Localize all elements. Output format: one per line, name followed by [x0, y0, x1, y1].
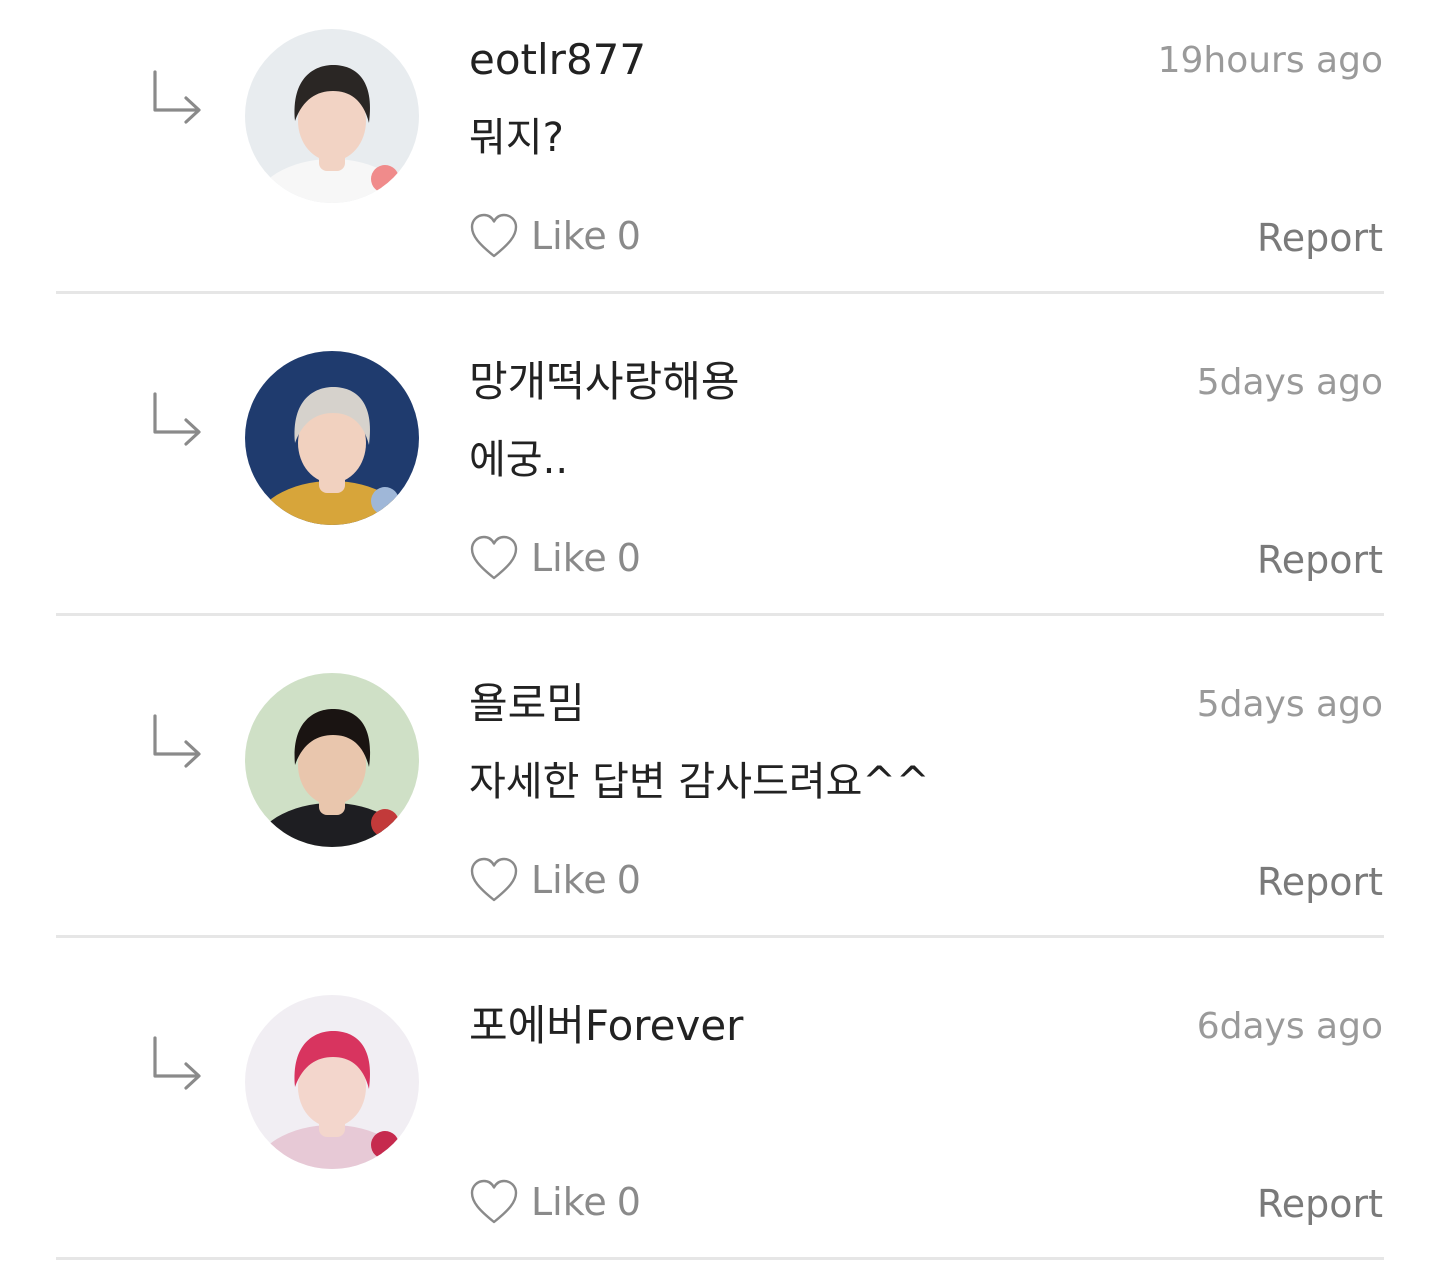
- like-button[interactable]: Like 0: [469, 530, 641, 586]
- divider: [56, 613, 1384, 616]
- heart-outline-icon: [470, 213, 518, 258]
- comment-text: 자세한 답변 감사드려요^^: [469, 759, 930, 805]
- heart-outline-icon: [470, 857, 518, 902]
- divider: [56, 1257, 1384, 1260]
- like-button[interactable]: Like 0: [469, 852, 641, 908]
- heart-outline-icon: [470, 535, 518, 580]
- comment-timestamp: 5days ago: [1196, 362, 1383, 403]
- divider: [56, 935, 1384, 938]
- report-link[interactable]: Report: [1257, 214, 1383, 262]
- reply-arrow-icon: [153, 392, 201, 446]
- like-count: 0: [616, 536, 641, 580]
- avatar[interactable]: [245, 351, 419, 525]
- report-link[interactable]: Report: [1257, 858, 1383, 906]
- comment-item: 망개떡사랑해용 5days ago 에궁.. Like 0 Report: [0, 322, 1440, 644]
- reply-arrow-icon: [153, 714, 201, 768]
- report-link[interactable]: Report: [1257, 536, 1383, 584]
- like-label: Like: [531, 214, 607, 258]
- divider: [56, 291, 1384, 294]
- like-label: Like: [531, 536, 607, 580]
- avatar[interactable]: [245, 29, 419, 203]
- username[interactable]: 욜로밈: [469, 680, 585, 728]
- username[interactable]: 포에버Forever: [469, 1002, 743, 1050]
- comment-timestamp: 5days ago: [1196, 684, 1383, 725]
- comment-text: 에궁..: [469, 437, 569, 483]
- avatar[interactable]: [245, 995, 419, 1169]
- comment-timestamp: 19hours ago: [1157, 40, 1383, 81]
- reply-arrow-icon: [153, 1036, 201, 1090]
- avatar[interactable]: [245, 673, 419, 847]
- like-count: 0: [616, 214, 641, 258]
- comment-text: 뭐지?: [469, 115, 564, 161]
- like-button[interactable]: Like 0: [469, 208, 641, 264]
- username[interactable]: 망개떡사랑해용: [469, 358, 739, 406]
- like-count: 0: [616, 858, 641, 902]
- like-count: 0: [616, 1180, 641, 1224]
- comment-item: 욜로밈 5days ago 자세한 답변 감사드려요^^ Like 0 Repo…: [0, 644, 1440, 966]
- reply-arrow-icon: [153, 70, 201, 124]
- like-label: Like: [531, 1180, 607, 1224]
- like-button[interactable]: Like 0: [469, 1174, 641, 1230]
- comment-timestamp: 6days ago: [1196, 1006, 1383, 1047]
- username[interactable]: eotlr877: [469, 36, 646, 84]
- comment-item: 포에버Forever 6days ago Like 0 Report: [0, 966, 1440, 1288]
- report-link[interactable]: Report: [1257, 1180, 1383, 1228]
- heart-outline-icon: [470, 1179, 518, 1224]
- like-label: Like: [531, 858, 607, 902]
- comment-item: eotlr877 19hours ago 뭐지? Like 0 Report: [0, 0, 1440, 322]
